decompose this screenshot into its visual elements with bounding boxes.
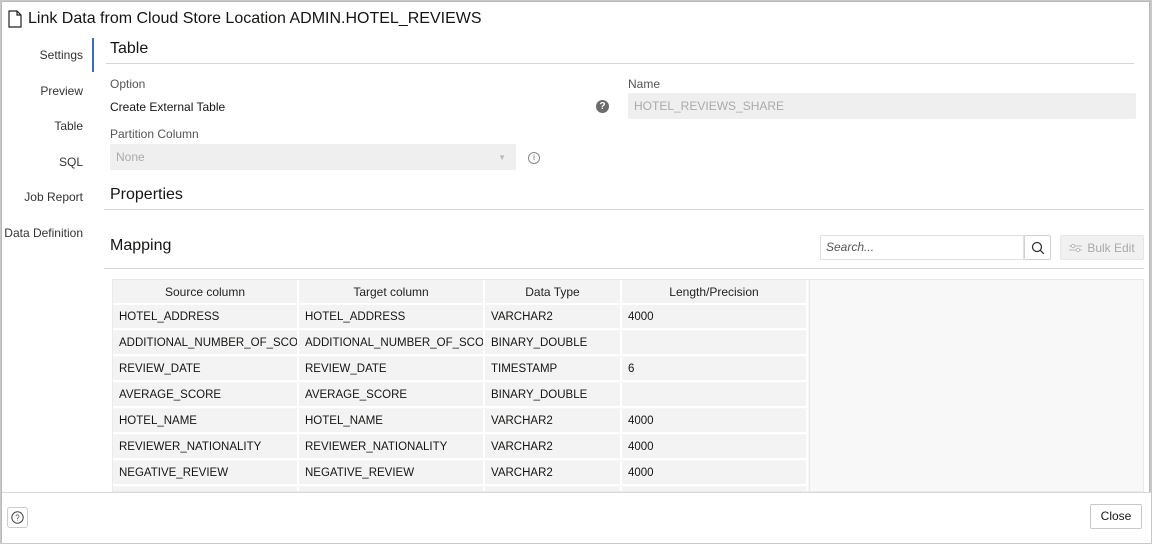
table-cell — [622, 383, 808, 408]
dialog-title-text: Link Data from Cloud Store Location ADMI… — [28, 10, 482, 27]
partition-label: Partition Column — [110, 127, 199, 141]
column-header[interactable]: Source column — [113, 280, 299, 305]
partition-select[interactable]: None ▼ — [110, 144, 516, 170]
info-icon[interactable]: i — [528, 152, 540, 164]
table-row[interactable]: HOTEL_ADDRESS HOTEL_ADDRESS VARCHAR2 4000 — [113, 305, 808, 331]
table-cell: AVERAGE_SCORE — [113, 383, 299, 408]
column-header[interactable]: Length/Precision — [622, 280, 808, 305]
properties-heading: Properties — [110, 186, 183, 203]
option-value: Create External Table — [110, 100, 226, 114]
divider — [104, 209, 1144, 210]
table-cell: ADDITIONAL_NUMBER_OF_SCORING — [113, 331, 299, 356]
table-cell: REVIEWER_NATIONALITY — [113, 435, 299, 460]
sidebar-item-settings[interactable]: Settings — [2, 38, 94, 74]
table-cell: ADDITIONAL_NUMBER_OF_SCORING — [299, 331, 485, 356]
dialog-title: Link Data from Cloud Store Location ADMI… — [8, 8, 482, 30]
sidebar-item-preview[interactable]: Preview — [2, 74, 94, 110]
table-cell: 6 — [622, 357, 808, 382]
table-cell: HOTEL_NAME — [113, 409, 299, 434]
table-cell: HOTEL_ADDRESS — [299, 305, 485, 330]
bulk-edit-label: Bulk Edit — [1087, 240, 1135, 255]
mapping-grid: Source column Target column Data Type Le… — [112, 279, 1144, 492]
table-cell: NEGATIVE_REVIEW — [299, 461, 485, 486]
sidebar-item-sql[interactable]: SQL — [2, 145, 94, 181]
table-cell: NEGATIVE_REVIEW — [113, 461, 299, 486]
grid-header: Source column Target column Data Type Le… — [113, 280, 808, 306]
column-header[interactable]: Target column — [299, 280, 485, 305]
mapping-heading: Mapping — [110, 237, 172, 254]
sliders-icon — [1069, 243, 1083, 252]
table-heading: Table — [110, 40, 149, 57]
search-button[interactable] — [1024, 235, 1051, 260]
chevron-down-icon: ▼ — [498, 152, 506, 162]
name-label: Name — [628, 77, 661, 91]
svg-text:?: ? — [15, 514, 20, 523]
table-row[interactable]: HOTEL_NAME HOTEL_NAME VARCHAR2 4000 — [113, 409, 808, 435]
table-cell: 4000 — [622, 461, 808, 486]
table-cell: AVERAGE_SCORE — [299, 383, 485, 408]
column-header[interactable]: Data Type — [485, 280, 622, 305]
table-cell: VARCHAR2 — [485, 409, 622, 434]
help-icon[interactable]: ? — [596, 100, 609, 113]
table-cell: 4000 — [622, 409, 808, 434]
sidebar-item-job-report[interactable]: Job Report — [2, 180, 94, 216]
table-cell — [622, 331, 808, 356]
table-cell: BINARY_DOUBLE — [485, 383, 622, 408]
table-cell: REVIEW_DATE — [113, 357, 299, 382]
close-button[interactable]: Close — [1090, 504, 1142, 529]
active-indicator — [92, 38, 94, 72]
dialog: Link Data from Cloud Store Location ADMI… — [1, 1, 1151, 543]
table-row[interactable]: REVIEW_DATE REVIEW_DATE TIMESTAMP 6 — [113, 357, 808, 383]
table-cell: HOTEL_NAME — [299, 409, 485, 434]
document-icon — [8, 10, 22, 28]
divider — [106, 63, 1134, 64]
table-cell: BINARY_DOUBLE — [485, 331, 622, 356]
table-cell: VARCHAR2 — [485, 305, 622, 330]
table-cell: HOTEL_ADDRESS — [113, 305, 299, 330]
dialog-footer: ? Close — [2, 492, 1151, 543]
grid-empty-area — [809, 280, 1143, 491]
help-button[interactable]: ? — [7, 507, 28, 528]
table-row[interactable]: ADDITIONAL_NUMBER_OF_SCORINGADDITIONAL_N… — [113, 331, 808, 357]
table-cell: VARCHAR2 — [485, 461, 622, 486]
sidebar-item-table[interactable]: Table — [2, 109, 94, 145]
table-row[interactable]: AVERAGE_SCORE AVERAGE_SCORE BINARY_DOUBLE — [113, 383, 808, 409]
table-cell: 4000 — [622, 435, 808, 460]
name-input[interactable]: HOTEL_REVIEWS_SHARE — [628, 93, 1136, 119]
bulk-edit-button[interactable]: Bulk Edit — [1060, 235, 1144, 260]
search-icon — [1031, 241, 1044, 254]
table-cell: TIMESTAMP — [485, 357, 622, 382]
table-cell: REVIEWER_NATIONALITY — [299, 435, 485, 460]
table-cell: REVIEW_DATE — [299, 357, 485, 382]
option-label: Option — [110, 77, 146, 91]
table-cell: 4000 — [622, 305, 808, 330]
partition-value: None — [116, 150, 145, 164]
question-circle-icon: ? — [11, 511, 24, 524]
search-input[interactable]: Search... — [820, 235, 1024, 260]
table-cell: VARCHAR2 — [485, 435, 622, 460]
divider — [104, 268, 1144, 269]
sidebar-nav: Settings Preview Table SQL Job Report Da… — [2, 38, 94, 252]
sidebar-item-data-definition[interactable]: Data Definition — [0, 216, 94, 252]
table-row[interactable]: REVIEWER_NATIONALITY REVIEWER_NATIONALITY… — [113, 435, 808, 461]
table-row[interactable]: NEGATIVE_REVIEW NEGATIVE_REVIEW VARCHAR2 40… — [113, 461, 808, 487]
